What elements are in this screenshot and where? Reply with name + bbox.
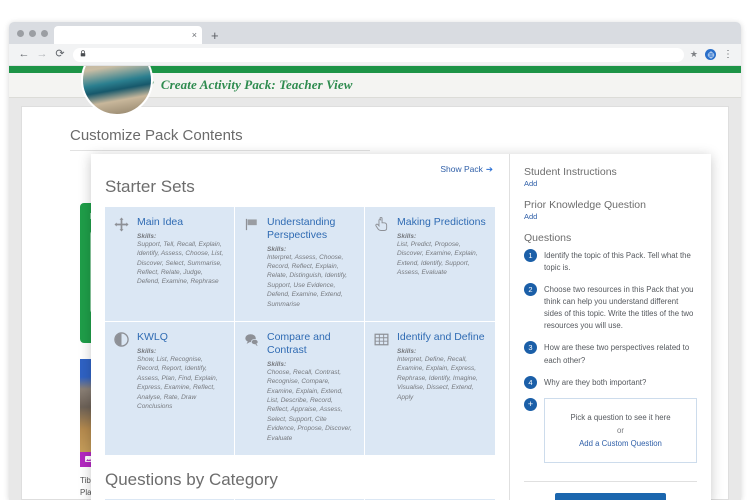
starter-set-card[interactable]: Identify and Define Skills: Interpret, D…	[365, 322, 495, 457]
close-window-button[interactable]	[17, 29, 24, 37]
starter-sets-title: Starter Sets	[105, 177, 195, 196]
skills-label: Skills:	[397, 232, 417, 240]
pick-prompt: Pick a question to see it here	[570, 412, 671, 422]
starter-set-body: Identify and Define Skills: Interpret, D…	[397, 331, 486, 443]
move-arrows-icon	[114, 216, 130, 309]
add-question-row: + Pick a question to see it here or Add …	[524, 397, 697, 464]
close-icon[interactable]: ×	[192, 30, 197, 40]
skills-label: Skills:	[137, 232, 157, 240]
show-pack-link[interactable]: Show Pack ➔	[91, 154, 509, 175]
forward-icon[interactable]: →	[33, 49, 51, 60]
starter-set-title: Main Idea	[137, 216, 184, 228]
pick-or: or	[617, 425, 624, 435]
page-viewport: Create Activity Pack: Teacher View Custo…	[9, 66, 741, 500]
browser-tab[interactable]: ×	[54, 26, 202, 44]
starter-set-title: Making Predictions	[397, 216, 486, 228]
question-number: 1	[524, 249, 537, 262]
question-text: Identify the topic of this Pack. Tell wh…	[544, 251, 691, 273]
starter-set-card[interactable]: Compare and Contrast Skills: Choose, Rec…	[235, 322, 365, 457]
pointing-hand-icon	[374, 216, 390, 309]
starter-set-title: Understanding Perspectives	[267, 216, 336, 241]
divider	[70, 150, 370, 151]
skills-list: Show, List, Recognise, Record, Report, I…	[137, 355, 218, 411]
starter-set-title: Compare and Contrast	[267, 331, 331, 356]
speech-bubbles-icon	[244, 331, 260, 443]
skills-list: List, Predict, Propose, Discover, Examin…	[397, 240, 478, 277]
address-bar[interactable]	[73, 47, 684, 62]
profile-avatar-icon[interactable]	[705, 49, 716, 60]
table-grid-icon	[374, 331, 390, 443]
panel-actions: Save and Review	[510, 482, 711, 500]
reload-icon[interactable]: ⟳	[51, 49, 69, 60]
question-item[interactable]: 4 Why are they both important?	[524, 375, 697, 389]
lock-icon	[80, 50, 86, 59]
skills-label: Skills:	[267, 360, 287, 368]
starter-set-card[interactable]: Understanding Perspectives Skills: Inter…	[235, 207, 365, 323]
starter-set-body: Making Predictions Skills: List, Predict…	[397, 216, 486, 309]
starter-set-title: KWLQ	[137, 331, 168, 344]
question-text: Choose two resources in this Pack that y…	[544, 285, 694, 331]
browser-menu-icon[interactable]: ⋮	[723, 49, 733, 60]
question-item[interactable]: 1 Identify the topic of this Pack. Tell …	[524, 249, 697, 274]
flag-icon	[244, 216, 260, 309]
question-number: 4	[524, 375, 537, 389]
half-circle-icon	[114, 331, 130, 443]
questions-label: Questions	[524, 232, 572, 244]
panel-content: Student Instructions Add Prior Knowledge…	[510, 154, 711, 464]
skills-label: Skills:	[137, 347, 157, 355]
question-placeholder-box[interactable]: Pick a question to see it here or Add a …	[544, 397, 697, 464]
page-title: Create Activity Pack: Teacher View	[143, 77, 352, 93]
questions-by-category-title: Questions by Category	[105, 470, 278, 490]
browser-tabstrip: × +	[9, 22, 741, 44]
browser-toolbar: ← → ⟳ ★ ⋮	[9, 44, 741, 66]
question-text: Why are they both important?	[544, 377, 647, 387]
starter-sets-grid: Main Idea Skills: Support, Tell, Recall,…	[105, 206, 495, 457]
save-and-review-button[interactable]: Save and Review	[555, 493, 666, 500]
student-instructions-panel: Student Instructions Add Prior Knowledge…	[510, 154, 711, 500]
new-tab-button[interactable]: +	[211, 29, 219, 44]
question-number: 3	[524, 341, 537, 355]
skills-list: Interpret, Assess, Choose, Record, Refle…	[267, 253, 348, 308]
starter-set-title: Identify and Define	[397, 331, 485, 344]
show-pack-label: Show Pack	[440, 164, 483, 174]
starter-set-body: Understanding Perspectives Skills: Inter…	[267, 216, 355, 309]
starter-set-body: Main Idea Skills: Support, Tell, Recall,…	[137, 216, 225, 309]
modal-main-column: Show Pack ➔ Starter Sets Main Idea Skills…	[91, 154, 509, 500]
minimize-window-button[interactable]	[29, 29, 36, 37]
question-item[interactable]: 2 Choose two resources in this Pack that…	[524, 283, 697, 332]
page-title-text: Create Activity Pack: Teacher View	[160, 77, 353, 92]
starter-set-card[interactable]: KWLQ Skills: Show, List, Recognise, Reco…	[105, 322, 235, 457]
starter-set-body: Compare and Contrast Skills: Choose, Rec…	[267, 331, 355, 443]
skills-list: Interpret, Define, Recall, Examine, Expl…	[397, 355, 478, 401]
skills-label: Skills:	[267, 245, 287, 253]
skills-list: Support, Tell, Recall, Explain, Identify…	[137, 240, 224, 286]
arrow-right-icon: ➔	[485, 164, 493, 174]
add-student-instructions-link[interactable]: Add	[524, 179, 697, 188]
maximize-window-button[interactable]	[41, 29, 48, 37]
create-activity-pack-modal: Show Pack ➔ Starter Sets Main Idea Skills…	[91, 154, 711, 500]
window-controls	[15, 22, 54, 44]
skills-list: Choose, Recall, Contrast, Recognise, Com…	[267, 368, 352, 442]
add-custom-question-link[interactable]: Add a Custom Question	[579, 439, 662, 448]
toolbar-right-actions: ★ ⋮	[690, 49, 735, 60]
starter-set-card[interactable]: Main Idea Skills: Support, Tell, Recall,…	[105, 207, 235, 323]
starter-set-body: KWLQ Skills: Show, List, Recognise, Reco…	[137, 331, 225, 443]
browser-window: × + ← → ⟳ ★ ⋮ Create Activity Pack: Teac…	[9, 22, 741, 500]
question-text: How are these two perspectives related t…	[544, 343, 690, 365]
student-instructions-label: Student Instructions	[524, 166, 617, 178]
skills-label: Skills:	[397, 347, 417, 355]
prior-knowledge-label: Prior Knowledge Question	[524, 199, 646, 211]
starter-set-card[interactable]: Making Predictions Skills: List, Predict…	[365, 207, 495, 323]
add-prior-knowledge-link[interactable]: Add	[524, 212, 697, 221]
question-item[interactable]: 3 How are these two perspectives related…	[524, 341, 697, 366]
back-icon[interactable]: ←	[15, 49, 33, 60]
plus-icon[interactable]: +	[524, 397, 537, 411]
bookmark-star-icon[interactable]: ★	[690, 49, 698, 60]
question-number: 2	[524, 283, 537, 297]
